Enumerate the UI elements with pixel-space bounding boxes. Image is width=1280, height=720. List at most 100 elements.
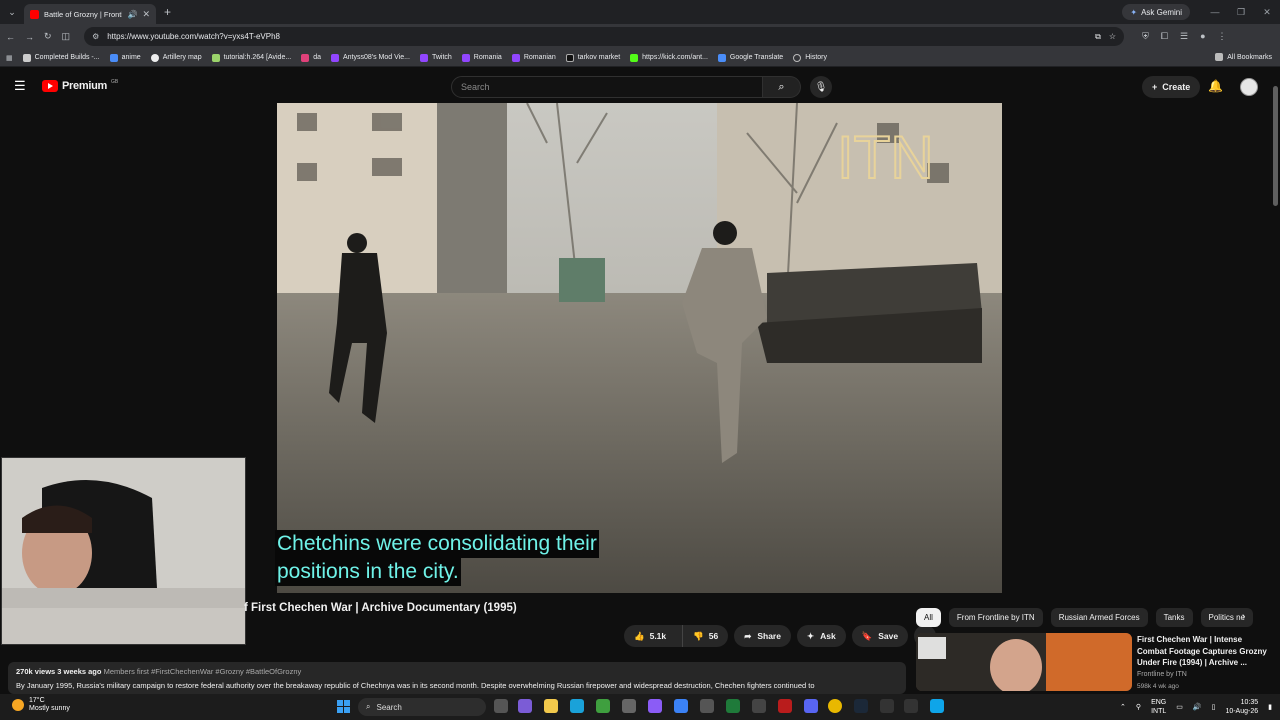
app-icon[interactable]: [778, 699, 792, 713]
video-actions: 👍5.1k 👎56 ➦Share ✦Ask 🔖Save ⋯: [624, 625, 937, 647]
shield-icon[interactable]: ⛨: [1142, 31, 1149, 42]
chrome-icon[interactable]: [828, 699, 842, 713]
bookmark-item[interactable]: Antyss08's Mod Vie...: [330, 53, 410, 62]
ask-gemini-button[interactable]: ✦ Ask Gemini: [1122, 4, 1190, 20]
webcam-frame: [2, 458, 245, 644]
ask-button[interactable]: ✦ Ask: [796, 625, 846, 647]
video-player[interactable]: ITN: [277, 103, 1002, 593]
youtube-favicon-icon: [30, 9, 39, 19]
app-icon[interactable]: [880, 699, 894, 713]
tab-active[interactable]: Battle of Grozny | Frontline 🔊 ✕: [24, 4, 156, 24]
profile-icon[interactable]: ●: [1200, 31, 1205, 42]
location-icon[interactable]: ⚲: [1136, 703, 1141, 711]
save-button[interactable]: 🔖 Save: [851, 625, 909, 647]
bookmark-favicon-icon: [565, 53, 574, 62]
bookmark-item[interactable]: Romanian: [511, 53, 556, 62]
terminal-icon[interactable]: [904, 699, 918, 713]
chip-from-channel[interactable]: From Frontline by ITN: [948, 608, 1043, 627]
bookmark-item[interactable]: Romania: [461, 53, 502, 62]
app-icon[interactable]: [930, 699, 944, 713]
create-button[interactable]: + Create: [1142, 76, 1201, 98]
apps-icon[interactable]: ▦: [6, 54, 13, 62]
share-button[interactable]: ➦ Share: [734, 625, 791, 647]
app-icon[interactable]: [752, 699, 766, 713]
address-bar[interactable]: ⚙ https://www.youtube.com/watch?v=yxs4T-…: [84, 27, 1125, 46]
tab-title: Battle of Grozny | Frontline: [44, 9, 123, 19]
webcam-overlay: [1, 457, 246, 645]
all-bookmarks-button[interactable]: All Bookmarks: [1215, 53, 1272, 61]
bookmark-item[interactable]: Google Translate: [717, 53, 783, 62]
avatar[interactable]: [1240, 78, 1258, 96]
chevron-up-icon[interactable]: ⌃: [1120, 703, 1126, 711]
caption-line-1: Chetchins were consolidating their: [275, 530, 599, 558]
audio-icon[interactable]: 🔊: [127, 10, 137, 19]
tab-search-dropdown-icon[interactable]: ⌄: [4, 4, 20, 20]
chip-tanks[interactable]: Tanks: [1155, 608, 1193, 627]
close-window-icon[interactable]: ✕: [1254, 0, 1280, 24]
back-icon[interactable]: ←: [6, 32, 15, 42]
store-icon[interactable]: [596, 699, 610, 713]
discord-icon[interactable]: [804, 699, 818, 713]
bookmark-item[interactable]: da: [301, 53, 321, 62]
bookmark-item[interactable]: Artillery map: [150, 53, 202, 62]
clock[interactable]: 10:35 10-Aug-26: [1225, 698, 1258, 716]
copilot-icon[interactable]: [518, 699, 532, 713]
tab-search-icon[interactable]: ☰: [1180, 31, 1188, 42]
minimize-icon[interactable]: —: [1202, 0, 1228, 24]
bookmark-item[interactable]: https://kick.com/ant...: [630, 53, 708, 62]
new-tab-button[interactable]: +: [164, 5, 171, 19]
start-button[interactable]: [337, 700, 350, 713]
language-indicator[interactable]: ENG INTL: [1151, 698, 1166, 716]
bookmark-icon: 🔖: [861, 630, 873, 641]
steam-icon[interactable]: [854, 699, 868, 713]
battery-icon[interactable]: ▯: [1212, 703, 1216, 711]
edge-icon[interactable]: [570, 699, 584, 713]
chip-all[interactable]: All: [916, 608, 941, 627]
thumbs-up-icon: 👍: [634, 630, 645, 641]
related-video-thumbnail[interactable]: [916, 633, 1132, 691]
tab-close-icon[interactable]: ✕: [142, 9, 150, 20]
app-icon[interactable]: [700, 699, 714, 713]
site-info-icon[interactable]: ⚙: [92, 32, 99, 41]
notification-icon[interactable]: ▮: [1268, 703, 1272, 711]
app-icon[interactable]: [648, 699, 662, 713]
install-icon[interactable]: ⧉: [1095, 32, 1101, 42]
bookmark-item[interactable]: Twitch: [419, 53, 452, 62]
volume-icon[interactable]: 🔊: [1193, 703, 1202, 711]
app-icon[interactable]: [674, 699, 688, 713]
weather-widget[interactable]: 17°C Mostly sunny: [12, 697, 70, 713]
bookmark-star-icon[interactable]: ☆: [1109, 32, 1116, 41]
related-video-channel[interactable]: Frontline by ITN: [1137, 671, 1187, 678]
youtube-logo[interactable]: Premium GB: [42, 79, 118, 92]
page-scrollbar[interactable]: [1273, 86, 1278, 206]
guide-menu-icon[interactable]: ☰: [14, 79, 26, 92]
bookmark-item[interactable]: tarkov market: [565, 53, 620, 62]
sidepanel-icon[interactable]: ◫: [62, 31, 71, 42]
taskbar-search[interactable]: ⌕ Search: [358, 698, 486, 716]
voice-search-button[interactable]: 🎙: [810, 76, 832, 98]
search-input[interactable]: Search: [451, 76, 763, 98]
app-icon[interactable]: [622, 699, 636, 713]
chevron-right-icon[interactable]: ›: [1242, 611, 1245, 622]
notifications-bell-icon[interactable]: 🔔: [1208, 79, 1223, 93]
extensions-icon[interactable]: ⧠: [1161, 31, 1168, 42]
like-button[interactable]: 👍 5.1k: [624, 625, 676, 647]
search-button[interactable]: ⌕: [763, 76, 801, 98]
excel-icon[interactable]: [726, 699, 740, 713]
related-video-title[interactable]: First Chechen War | Intense Combat Foota…: [1137, 634, 1272, 669]
task-view-icon[interactable]: [494, 699, 508, 713]
dislike-button[interactable]: 👎 56: [682, 625, 728, 647]
bookmark-item[interactable]: History: [793, 53, 827, 62]
reload-icon[interactable]: ↻: [44, 31, 52, 42]
bookmark-item[interactable]: Completed Builds -...: [22, 53, 100, 62]
bookmark-favicon-icon: [461, 53, 470, 62]
maximize-icon[interactable]: ❐: [1228, 0, 1254, 24]
forward-icon[interactable]: →: [25, 32, 34, 42]
bookmark-item[interactable]: tutorial:h.264 [Avide...: [211, 53, 291, 62]
bookmark-item[interactable]: anime: [109, 53, 141, 62]
network-icon[interactable]: ▭: [1176, 703, 1183, 711]
menu-icon[interactable]: ⋮: [1218, 31, 1227, 42]
file-explorer-icon[interactable]: [544, 699, 558, 713]
description-box[interactable]: 270k views 3 weeks ago Members first #Fi…: [8, 662, 906, 694]
chip-russian-armed-forces[interactable]: Russian Armed Forces: [1050, 608, 1148, 627]
